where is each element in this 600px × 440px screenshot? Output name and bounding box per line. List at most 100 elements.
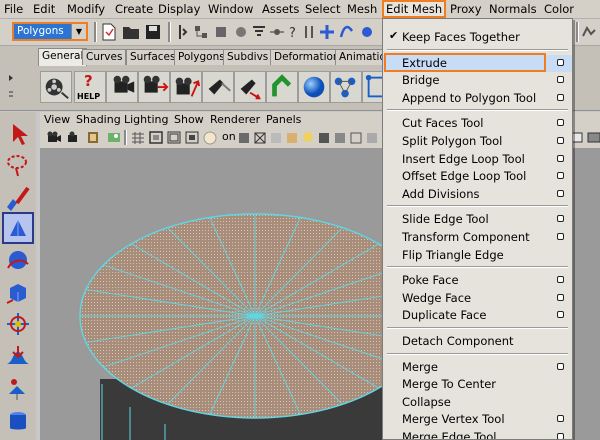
menu-assets[interactable]: Assets [262,2,299,16]
tab-general[interactable]: General [38,48,88,66]
panel-menu-renderer[interactable]: Renderer [210,113,260,126]
texture-icon[interactable] [284,130,300,145]
menu-item-extrude[interactable]: Extrude [383,52,572,72]
option-box-icon[interactable] [557,276,564,284]
panel-layout-icon[interactable] [364,130,380,145]
camera-aim-up-icon[interactable] [170,71,202,103]
tab-curves[interactable]: Curves [82,49,127,65]
shelf-menu-handle[interactable] [8,72,14,104]
menu-item-wedge-face[interactable]: Wedge Face [383,290,572,307]
panel-menu-panels[interactable]: Panels [266,113,301,126]
tab-surfaces[interactable]: Surfaces [126,49,180,65]
menu-edit-mesh[interactable]: Edit Mesh [381,0,447,18]
menu-item-detach-component[interactable]: Detach Component [383,333,572,350]
snap-point-icon[interactable] [358,23,376,41]
chevron-down-icon[interactable]: ▼ [71,24,86,39]
menu-item-cut-faces-tool[interactable]: Cut Faces Tool [383,115,572,132]
menu-item-collapse[interactable]: Collapse [383,394,572,411]
cluster-icon[interactable] [330,71,362,103]
move-icon[interactable] [2,212,34,244]
smooth-shade-icon[interactable] [202,130,218,145]
menu-item-slide-edge-tool[interactable]: Slide Edge Tool [383,211,572,228]
option-box-icon[interactable] [557,415,564,423]
menu-modify[interactable]: Modify [67,2,105,16]
rotate-icon[interactable] [4,246,32,274]
select-component-icon[interactable] [232,23,250,41]
save-scene-icon[interactable] [144,23,162,41]
menu-item-append-to-polygon-tool[interactable]: Append to Polygon Tool [383,90,572,107]
scale-icon[interactable] [4,278,32,306]
shadow-icon[interactable] [316,130,332,145]
menu-item-merge-edge-tool[interactable]: Merge Edge Tool [383,429,572,439]
option-box-icon[interactable] [557,172,564,180]
curve-arrow-icon[interactable] [266,71,298,103]
menu-item-keep-faces-together[interactable]: ✔ Keep Faces Together [383,29,572,46]
option-box-icon[interactable] [557,362,564,370]
soft-mod-icon[interactable] [4,342,32,370]
panel-menu-show[interactable]: Show [174,113,204,126]
option-box-icon[interactable] [557,58,564,66]
film-gate-icon[interactable] [148,130,164,145]
render-icon[interactable] [580,23,598,41]
option-box-icon[interactable] [557,154,564,162]
snap-lock-icon[interactable] [300,23,318,41]
last-tool-icon[interactable] [4,406,32,434]
option-box-icon[interactable] [557,215,564,223]
camera-icon[interactable] [106,71,138,103]
tab-polygons[interactable]: Polygons [174,49,229,65]
option-box-icon[interactable] [557,293,564,301]
panel-menu-view[interactable]: View [44,113,70,126]
filter-icon[interactable] [250,23,268,41]
menu-file[interactable]: File [4,2,23,16]
tab-subdivs[interactable]: Subdivs [223,49,273,65]
bookmark-icon[interactable] [86,130,102,145]
show-manipulator-icon[interactable] [4,374,32,402]
menu-item-merge[interactable]: Merge [383,359,572,376]
sphere-icon[interactable] [298,71,330,103]
option-box-icon[interactable] [557,189,564,197]
panel-menu-lighting[interactable]: Lighting [124,113,168,126]
collapse-toggle-icon[interactable] [174,23,192,41]
select-camera-icon[interactable] [46,130,62,145]
option-box-icon[interactable] [557,433,564,439]
image-plane-icon[interactable] [106,130,122,145]
camera-attributes-icon[interactable] [66,130,82,145]
menu-color[interactable]: Color [544,2,574,16]
menu-item-offset-edge-loop-tool[interactable]: Offset Edge Loop Tool [383,168,572,185]
menu-item-transform-component[interactable]: Transform Component [383,229,572,246]
select-arrow-icon[interactable] [4,120,32,148]
spot-light-aim-icon[interactable] [234,71,266,103]
universal-manipulator-icon[interactable] [4,310,32,338]
menu-window[interactable]: Window [208,2,253,16]
lasso-icon[interactable] [4,152,32,180]
menu-item-bridge[interactable]: Bridge [383,72,572,89]
snap-curve-icon[interactable] [338,23,356,41]
option-box-icon[interactable] [557,311,564,319]
paint-select-icon[interactable] [4,184,32,212]
safe-frame-icon[interactable] [184,130,200,145]
menu-proxy[interactable]: Proxy [450,2,482,16]
new-scene-icon[interactable] [100,23,118,41]
default-light-icon[interactable] [300,130,316,145]
select-object-icon[interactable] [212,23,230,41]
menu-item-poke-face[interactable]: Poke Face [383,272,572,289]
option-box-icon[interactable] [557,137,564,144]
film-reel-icon[interactable] [40,71,72,103]
wireframe-on-shaded-icon[interactable] [252,130,268,145]
menu-item-merge-to-center[interactable]: Merge To Center [383,376,572,393]
snap-grid-icon[interactable] [318,23,336,41]
menu-edit[interactable]: Edit [33,2,55,16]
xray-icon[interactable] [268,130,284,145]
open-scene-icon[interactable] [122,23,140,41]
option-box-icon[interactable] [557,233,564,240]
menu-mode-dropdown[interactable]: Polygons ▼ [12,22,88,41]
menu-item-merge-vertex-tool[interactable]: Merge Vertex Tool [383,411,572,428]
menu-item-split-polygon-tool[interactable]: Split Polygon Tool [383,133,572,150]
tab-deformation[interactable]: Deformation [270,49,344,65]
panel-menu-shading[interactable]: Shading [76,113,121,126]
spot-light-icon[interactable] [202,71,234,103]
option-box-icon[interactable] [557,93,564,101]
hud-icon[interactable] [348,130,364,145]
menu-mesh[interactable]: Mesh [347,2,377,16]
grid-icon[interactable] [130,130,146,145]
